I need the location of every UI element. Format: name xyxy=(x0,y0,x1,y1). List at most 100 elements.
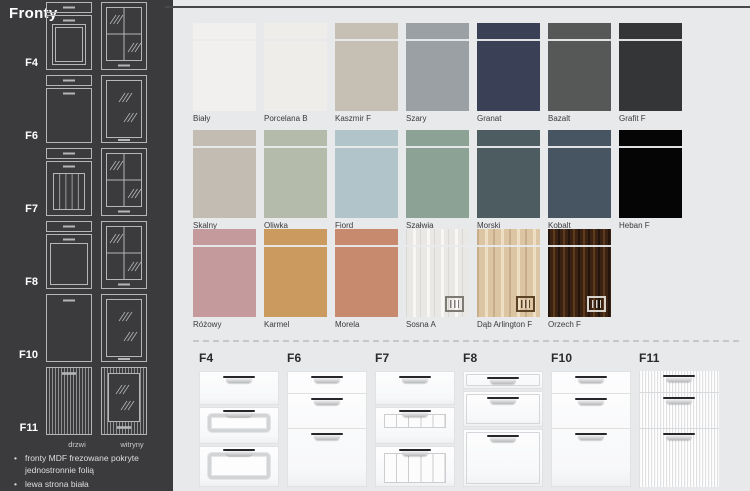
drawer-section xyxy=(639,392,719,428)
door-sketch-f11 xyxy=(46,367,92,435)
drawer-section xyxy=(552,372,630,393)
swatch-cell: Dąb Arlington F xyxy=(477,229,540,329)
swatch-cell: Porcelana B xyxy=(264,23,327,123)
drawer-section xyxy=(288,372,366,393)
swatch-label: Karmel xyxy=(264,320,327,329)
color-swatch-kobalt xyxy=(548,130,611,218)
drawer-section xyxy=(552,428,630,486)
swatch-label: Różowy xyxy=(193,320,256,329)
drawer-handle xyxy=(663,433,695,440)
swatch-label: Dąb Arlington F xyxy=(477,320,540,329)
front-style-row: F6 xyxy=(0,75,173,143)
drawer-front-frame xyxy=(463,429,543,487)
swatch-cell: Orzech F xyxy=(548,229,611,329)
door-sketch-f8 xyxy=(46,221,92,289)
glass-door-sketch-f10 xyxy=(101,294,147,362)
drawer-section xyxy=(288,428,366,486)
color-swatch-skalny xyxy=(193,130,256,218)
drawer-section xyxy=(639,428,719,487)
front-style-row: F11 xyxy=(0,367,173,435)
drawer-front-plain xyxy=(375,371,455,405)
color-swatch-bia-y xyxy=(193,23,256,111)
swatch-cell: Grafit F xyxy=(619,23,682,123)
drawer-front-slats xyxy=(375,446,455,487)
swatch-label: Heban F xyxy=(619,221,682,230)
door-sketch-f4 xyxy=(46,2,92,70)
front-style-row: F4 xyxy=(0,2,173,70)
catalog-page: Fronty F4F6F7F8F10F11 drzwi witryny fron… xyxy=(0,0,750,491)
glass-door-sketch-f4 xyxy=(101,2,147,70)
drawer-handle xyxy=(311,376,343,383)
cabinet-drawing xyxy=(375,371,455,487)
front-preview-f11: F11 xyxy=(639,352,719,487)
swatch-cell: Fiord xyxy=(335,130,398,230)
swatch-cell: Kobalt xyxy=(548,130,611,230)
swatch-cell: Różowy xyxy=(193,229,256,329)
drawer-section xyxy=(288,393,366,428)
cabinet-drawing xyxy=(287,371,367,487)
color-swatch-heban-f xyxy=(619,130,682,218)
front-styles-list: F4F6F7F8F10F11 xyxy=(0,2,173,440)
drawer-front-slats xyxy=(375,407,455,444)
swatch-label: Grafit F xyxy=(619,114,682,123)
front-preview-label: F11 xyxy=(639,352,719,365)
swatch-label: Szary xyxy=(406,114,469,123)
color-swatch-d-b-arlington-f xyxy=(477,229,540,317)
drawer-front-plain xyxy=(199,371,279,405)
color-swatch-granat xyxy=(477,23,540,111)
color-swatch-szary xyxy=(406,23,469,111)
glass-door-sketch-f6 xyxy=(101,75,147,143)
color-swatch-sosna-a xyxy=(406,229,469,317)
fluted-front xyxy=(639,371,719,487)
note-item: lewa strona biała xyxy=(14,478,164,490)
swatch-cell: Kaszmir F xyxy=(335,23,398,123)
cabinet-drawing xyxy=(639,371,719,487)
front-preview-label: F6 xyxy=(287,352,367,365)
recessed-panel xyxy=(208,453,270,479)
drawer-handle xyxy=(487,435,519,442)
column-labels: drzwi witryny xyxy=(54,440,164,449)
drawer-front-panel xyxy=(199,446,279,487)
swatch-label: Kaszmir F xyxy=(335,114,398,123)
swatch-cell: Bazalt xyxy=(548,23,611,123)
swatch-cell: Morela xyxy=(335,229,398,329)
drawer-handle xyxy=(575,376,607,383)
color-swatch-karmel xyxy=(264,229,327,317)
door-sketch-f7 xyxy=(46,148,92,216)
front-preview-f4: F4 xyxy=(199,352,279,487)
wood-grain-direction-icon xyxy=(445,296,464,312)
wood-grain-direction-icon xyxy=(516,296,535,312)
front-preview-f8: F8 xyxy=(463,352,543,487)
swatch-label: Porcelana B xyxy=(264,114,327,123)
front-style-label: F11 xyxy=(0,423,46,435)
color-swatch-morski xyxy=(477,130,540,218)
drawer-handle xyxy=(399,449,431,456)
front-style-label: F8 xyxy=(0,277,46,289)
swatch-cell: Biały xyxy=(193,23,256,123)
top-rule-divider xyxy=(165,6,750,8)
front-preview-f7: F7 xyxy=(375,352,455,487)
color-swatch-sza-wia xyxy=(406,130,469,218)
swatch-cell: Szary xyxy=(406,23,469,123)
drawer-front-panel xyxy=(199,407,279,444)
front-style-label: F4 xyxy=(0,58,46,70)
front-preview-label: F7 xyxy=(375,352,455,365)
drawer-handle xyxy=(399,410,431,417)
front-style-label: F6 xyxy=(0,131,46,143)
glass-column-label: witryny xyxy=(109,440,155,449)
slatted-panel xyxy=(384,453,446,483)
swatch-label: Morela xyxy=(335,320,398,329)
glass-door-sketch-f11 xyxy=(101,367,147,435)
front-style-row: F10 xyxy=(0,294,173,362)
color-swatch-oliwka xyxy=(264,130,327,218)
drawer-handle xyxy=(311,433,343,440)
notes-list: fronty MDF frezowane pokryte jednostronn… xyxy=(14,452,164,491)
drawer-handle xyxy=(575,433,607,440)
drawer-handle xyxy=(487,397,519,404)
swatch-label: Orzech F xyxy=(548,320,611,329)
drawer-handle xyxy=(663,375,695,382)
joined-front xyxy=(551,371,631,487)
drawer-section xyxy=(552,393,630,428)
front-style-row: F8 xyxy=(0,221,173,289)
swatch-cell: Granat xyxy=(477,23,540,123)
